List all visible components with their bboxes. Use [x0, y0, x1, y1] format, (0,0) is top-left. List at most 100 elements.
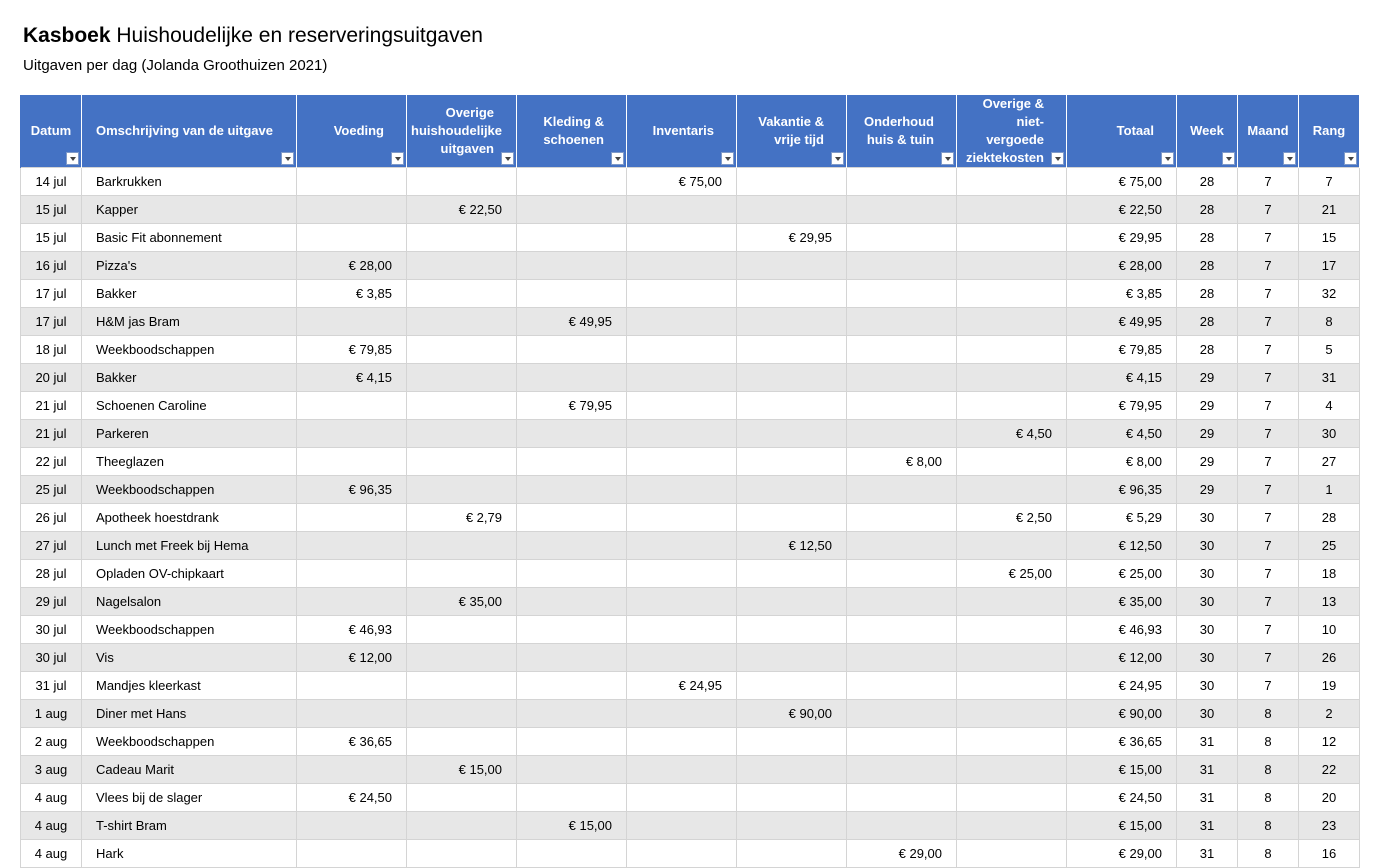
cell-datum[interactable]: 15 jul — [20, 223, 82, 252]
table-row[interactable]: 17 jul Bakker € 3,85 € 3,85 28 7 32 — [20, 279, 1360, 308]
cell-vakantie[interactable] — [736, 559, 847, 588]
cell-totaal[interactable]: € 79,85 — [1066, 335, 1177, 364]
cell-omschrijving[interactable]: Theeglazen — [81, 447, 297, 476]
cell-onderhoud[interactable] — [846, 643, 957, 672]
cell-maand[interactable]: 7 — [1237, 531, 1299, 560]
cell-overige-ziektekosten[interactable] — [956, 643, 1067, 672]
table-row[interactable]: 4 aug Vlees bij de slager € 24,50 € 24,50 31… — [20, 783, 1360, 812]
cell-maand[interactable]: 7 — [1237, 671, 1299, 700]
cell-maand[interactable]: 8 — [1237, 727, 1299, 756]
filter-dropdown-icon[interactable] — [1051, 152, 1064, 165]
cell-inventaris[interactable] — [626, 727, 737, 756]
cell-overige-ziektekosten[interactable] — [956, 727, 1067, 756]
cell-omschrijving[interactable]: Weekboodschappen — [81, 615, 297, 644]
cell-overige-ziektekosten[interactable] — [956, 335, 1067, 364]
filter-dropdown-icon[interactable] — [611, 152, 624, 165]
cell-maand[interactable]: 7 — [1237, 167, 1299, 196]
cell-overige-ziektekosten[interactable] — [956, 363, 1067, 392]
cell-rang[interactable]: 28 — [1298, 503, 1360, 532]
cell-vakantie[interactable] — [736, 279, 847, 308]
cell-overige-ziektekosten[interactable] — [956, 447, 1067, 476]
cell-rang[interactable]: 32 — [1298, 279, 1360, 308]
cell-overige-ziektekosten[interactable] — [956, 475, 1067, 504]
filter-dropdown-icon[interactable] — [501, 152, 514, 165]
cell-kleding[interactable] — [516, 195, 627, 224]
cell-week[interactable]: 30 — [1176, 587, 1238, 616]
cell-maand[interactable]: 7 — [1237, 251, 1299, 280]
cell-onderhoud[interactable] — [846, 587, 957, 616]
cell-datum[interactable]: 31 jul — [20, 671, 82, 700]
cell-omschrijving[interactable]: Hark — [81, 839, 297, 868]
cell-overige-huishoudelijk[interactable] — [406, 727, 517, 756]
cell-kleding[interactable] — [516, 699, 627, 728]
cell-overige-huishoudelijk[interactable] — [406, 671, 517, 700]
cell-rang[interactable]: 23 — [1298, 811, 1360, 840]
cell-voeding[interactable] — [296, 531, 407, 560]
cell-overige-ziektekosten[interactable] — [956, 811, 1067, 840]
cell-kleding[interactable] — [516, 475, 627, 504]
cell-totaal[interactable]: € 35,00 — [1066, 587, 1177, 616]
cell-inventaris[interactable] — [626, 559, 737, 588]
cell-week[interactable]: 28 — [1176, 167, 1238, 196]
cell-datum[interactable]: 30 jul — [20, 615, 82, 644]
cell-voeding[interactable]: € 36,65 — [296, 727, 407, 756]
cell-kleding[interactable] — [516, 587, 627, 616]
filter-dropdown-icon[interactable] — [1344, 152, 1357, 165]
cell-overige-ziektekosten[interactable] — [956, 167, 1067, 196]
filter-dropdown-icon[interactable] — [1161, 152, 1174, 165]
cell-voeding[interactable]: € 4,15 — [296, 363, 407, 392]
cell-vakantie[interactable]: € 12,50 — [736, 531, 847, 560]
cell-vakantie[interactable] — [736, 391, 847, 420]
cell-datum[interactable]: 21 jul — [20, 391, 82, 420]
table-row[interactable]: 15 jul Kapper € 22,50 € 22,50 28 7 21 — [20, 195, 1360, 224]
table-row[interactable]: 18 jul Weekboodschappen € 79,85 € 79,85 28 7 5 — [20, 335, 1360, 364]
cell-rang[interactable]: 31 — [1298, 363, 1360, 392]
cell-vakantie[interactable] — [736, 783, 847, 812]
cell-vakantie[interactable] — [736, 811, 847, 840]
cell-kleding[interactable] — [516, 335, 627, 364]
cell-overige-huishoudelijk[interactable] — [406, 223, 517, 252]
table-row[interactable]: 30 jul Vis € 12,00 € 12,00 30 7 26 — [20, 643, 1360, 672]
cell-rang[interactable]: 10 — [1298, 615, 1360, 644]
cell-omschrijving[interactable]: Weekboodschappen — [81, 335, 297, 364]
cell-rang[interactable]: 30 — [1298, 419, 1360, 448]
cell-datum[interactable]: 30 jul — [20, 643, 82, 672]
cell-totaal[interactable]: € 24,95 — [1066, 671, 1177, 700]
cell-totaal[interactable]: € 29,00 — [1066, 839, 1177, 868]
cell-overige-huishoudelijk[interactable] — [406, 167, 517, 196]
cell-overige-huishoudelijk[interactable]: € 15,00 — [406, 755, 517, 784]
cell-overige-huishoudelijk[interactable] — [406, 839, 517, 868]
cell-week[interactable]: 30 — [1176, 615, 1238, 644]
cell-overige-huishoudelijk[interactable] — [406, 363, 517, 392]
cell-vakantie[interactable]: € 90,00 — [736, 699, 847, 728]
cell-inventaris[interactable] — [626, 475, 737, 504]
cell-datum[interactable]: 15 jul — [20, 195, 82, 224]
cell-datum[interactable]: 1 aug — [20, 699, 82, 728]
cell-omschrijving[interactable]: Diner met Hans — [81, 699, 297, 728]
cell-onderhoud[interactable] — [846, 335, 957, 364]
cell-maand[interactable]: 7 — [1237, 447, 1299, 476]
cell-kleding[interactable] — [516, 447, 627, 476]
cell-kleding[interactable] — [516, 643, 627, 672]
cell-onderhoud[interactable]: € 8,00 — [846, 447, 957, 476]
cell-week[interactable]: 29 — [1176, 391, 1238, 420]
cell-onderhoud[interactable] — [846, 783, 957, 812]
cell-voeding[interactable] — [296, 391, 407, 420]
cell-voeding[interactable]: € 46,93 — [296, 615, 407, 644]
cell-datum[interactable]: 28 jul — [20, 559, 82, 588]
cell-datum[interactable]: 4 aug — [20, 811, 82, 840]
cell-maand[interactable]: 7 — [1237, 419, 1299, 448]
cell-overige-huishoudelijk[interactable] — [406, 279, 517, 308]
cell-week[interactable]: 29 — [1176, 363, 1238, 392]
cell-week[interactable]: 28 — [1176, 223, 1238, 252]
cell-overige-ziektekosten[interactable] — [956, 783, 1067, 812]
cell-voeding[interactable]: € 24,50 — [296, 783, 407, 812]
cell-kleding[interactable] — [516, 671, 627, 700]
cell-kleding[interactable]: € 79,95 — [516, 391, 627, 420]
cell-overige-huishoudelijk[interactable]: € 2,79 — [406, 503, 517, 532]
cell-overige-huishoudelijk[interactable]: € 22,50 — [406, 195, 517, 224]
cell-week[interactable]: 28 — [1176, 195, 1238, 224]
cell-inventaris[interactable] — [626, 223, 737, 252]
cell-overige-huishoudelijk[interactable]: € 35,00 — [406, 587, 517, 616]
cell-inventaris[interactable] — [626, 615, 737, 644]
